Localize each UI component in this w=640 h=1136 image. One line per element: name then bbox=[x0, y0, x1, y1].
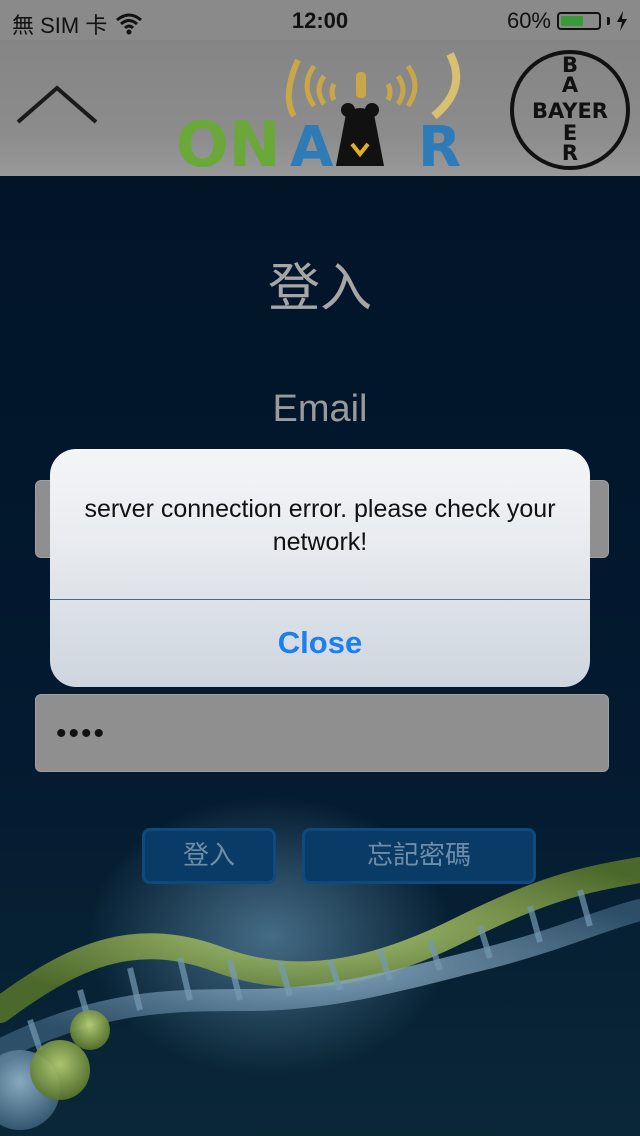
alert-message: server connection error. please check yo… bbox=[84, 495, 556, 556]
charging-icon bbox=[617, 11, 627, 31]
logo-a-text: A bbox=[290, 115, 334, 170]
status-bar: 無 SIM 卡 12:00 60% bbox=[0, 0, 640, 40]
onair-logo: ON A R bbox=[176, 52, 461, 170]
chevron-up-icon[interactable] bbox=[12, 80, 102, 140]
svg-text:R: R bbox=[562, 141, 578, 165]
bear-icon bbox=[336, 103, 384, 166]
alert-dialog: server connection error. please check yo… bbox=[50, 449, 590, 687]
svg-text:A: A bbox=[562, 73, 579, 97]
bayer-horizontal-text: BAYER bbox=[532, 99, 608, 123]
battery-cap bbox=[607, 17, 610, 25]
status-right: 60% bbox=[507, 8, 628, 34]
battery-percent: 60% bbox=[506, 8, 551, 33]
battery-fill bbox=[561, 16, 583, 26]
bayer-logo: BAYER B A E R bbox=[510, 50, 630, 170]
logo-on-text: ON bbox=[176, 108, 281, 170]
logo-r-text: R bbox=[418, 115, 461, 170]
battery-icon bbox=[557, 12, 601, 30]
nav-bar: ON A R BAYER B A E R bbox=[0, 40, 640, 176]
close-button[interactable]: Close bbox=[50, 600, 590, 687]
